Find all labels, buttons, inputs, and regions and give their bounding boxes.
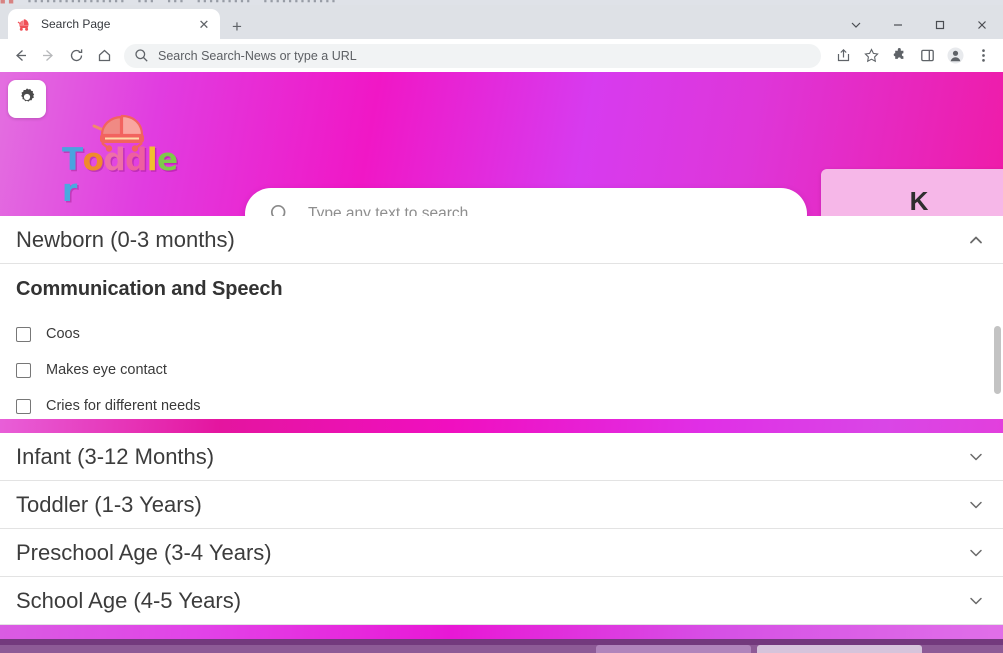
tab-title: Search Page — [41, 17, 111, 31]
reload-icon[interactable] — [62, 42, 90, 70]
close-window-button[interactable] — [961, 10, 1003, 40]
maximize-button[interactable] — [919, 10, 961, 40]
star-icon[interactable] — [857, 42, 885, 70]
accordion-title: Newborn (0-3 months) — [16, 226, 235, 252]
screen-root: ■■ ▪▪▪▪▪▪▪▪▪▪▪▪▪▪▪▪ ▪▪▪ ▪▪▪ ▪▪▪▪▪▪▪▪▪ ▪▪… — [0, 0, 1003, 653]
logo-letter: e — [157, 142, 178, 178]
window-controls — [835, 10, 1003, 40]
taskbar-item[interactable] — [757, 645, 922, 653]
chevron-down-icon[interactable] — [965, 494, 987, 516]
child-profile-card[interactable]: K is 2 months, 25 days old — [821, 169, 1003, 216]
logo-letter: l — [146, 142, 158, 178]
minimize-button[interactable] — [877, 10, 919, 40]
milestones-accordion: Newborn (0-3 months) Communication and S… — [0, 216, 1003, 653]
search-input[interactable]: Type any text to search — [245, 188, 807, 216]
toolbar-right-icons — [829, 42, 997, 70]
profile-avatar-icon[interactable] — [941, 42, 969, 70]
section-title: Communication and Speech — [16, 278, 283, 300]
stroller-favicon — [16, 16, 32, 32]
gradient-divider — [0, 419, 1003, 433]
site-logo[interactable]: Toddle r — [62, 114, 180, 207]
site-header: Toddle r Type any text to search K is 2 m… — [0, 72, 1003, 216]
home-icon[interactable] — [90, 42, 118, 70]
accordion-title: School Age (4-5 Years) — [16, 587, 242, 613]
back-arrow-icon[interactable] — [6, 42, 34, 70]
search-icon — [269, 203, 291, 216]
content-scrollbar[interactable] — [992, 264, 1003, 419]
chevron-down-icon[interactable] — [965, 590, 987, 612]
chevron-down-icon[interactable] — [965, 446, 987, 468]
logo-letter: d — [125, 142, 147, 178]
tab-search-chevron-icon[interactable] — [835, 10, 877, 40]
checklist-item[interactable]: Cries for different needs — [16, 388, 987, 419]
share-icon[interactable] — [829, 42, 857, 70]
accordion-header-school-age[interactable]: School Age (4-5 Years) — [0, 577, 1003, 625]
tab-close-icon[interactable]: ✕ — [196, 16, 212, 32]
taskbar-peek — [0, 645, 1003, 653]
search-icon — [134, 48, 149, 63]
settings-button[interactable] — [8, 80, 46, 118]
checklist-label: Coos — [46, 326, 80, 342]
checklist-item[interactable]: Coos — [16, 316, 987, 352]
checklist-label: Cries for different needs — [46, 398, 201, 414]
logo-letter: o — [82, 142, 104, 178]
browser-toolbar: Search Search-News or type a URL — [0, 39, 1003, 72]
address-bar-placeholder: Search Search-News or type a URL — [158, 48, 357, 63]
logo-letter: T — [62, 142, 83, 178]
page-content: Toddle r Type any text to search K is 2 m… — [0, 72, 1003, 653]
three-dot-menu-icon[interactable] — [969, 42, 997, 70]
search-placeholder: Type any text to search — [308, 205, 469, 216]
logo-wordmark: Toddle r — [62, 145, 180, 207]
checkbox[interactable] — [16, 326, 31, 342]
taskbar-item[interactable] — [596, 645, 751, 653]
logo-letter: d — [103, 142, 126, 178]
accordion-title: Infant (3-12 Months) — [16, 443, 215, 469]
checklist-item[interactable]: Makes eye contact — [16, 352, 987, 388]
forward-arrow-icon[interactable] — [34, 42, 62, 70]
puzzle-icon[interactable] — [885, 42, 913, 70]
accordion-header-toddler[interactable]: Toddler (1-3 Years) — [0, 481, 1003, 529]
accordion-title: Preschool Age (3-4 Years) — [16, 539, 272, 565]
accordion-header-newborn[interactable]: Newborn (0-3 months) — [0, 216, 1003, 264]
tab-strip: Search Page ✕ + — [0, 5, 1003, 39]
browser-chrome: Search Page ✕ + Search Search-News or ty… — [0, 0, 1003, 72]
browser-tab[interactable]: Search Page ✕ — [8, 9, 220, 39]
accordion-header-preschool[interactable]: Preschool Age (3-4 Years) — [0, 529, 1003, 577]
checklist-label: Makes eye contact — [46, 362, 167, 378]
accordion-header-infant[interactable]: Infant (3-12 Months) — [0, 433, 1003, 481]
checkbox[interactable] — [16, 398, 31, 414]
side-panel-icon[interactable] — [913, 42, 941, 70]
logo-letter: r — [62, 173, 77, 209]
accordion-title: Toddler (1-3 Years) — [16, 491, 202, 517]
scrollbar-thumb[interactable] — [994, 326, 1001, 394]
checkbox[interactable] — [16, 362, 31, 378]
chevron-up-icon[interactable] — [965, 229, 987, 251]
gear-icon — [17, 87, 37, 112]
child-initial: K — [909, 185, 929, 216]
chevron-down-icon[interactable] — [965, 542, 987, 564]
gradient-footer-band — [0, 625, 1003, 639]
accordion-body-newborn: Communication and Speech Coos Makes eye … — [0, 264, 1003, 419]
new-tab-button[interactable]: + — [226, 15, 248, 37]
address-bar[interactable]: Search Search-News or type a URL — [124, 43, 821, 68]
